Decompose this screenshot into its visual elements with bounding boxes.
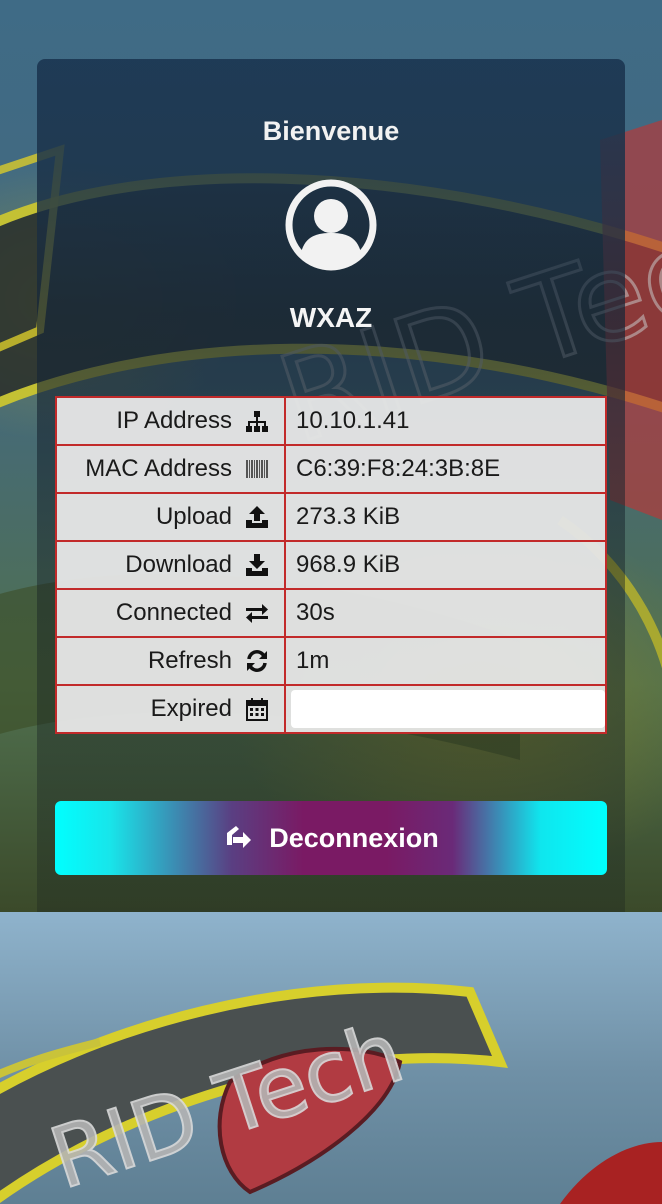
table-row-expired: Expired bbox=[55, 684, 607, 734]
row-value: 10.10.1.41 bbox=[284, 396, 607, 446]
row-value: 273.3 KiB bbox=[284, 492, 607, 542]
refresh-icon bbox=[247, 650, 267, 672]
sign-out-icon bbox=[227, 826, 252, 848]
expired-value-field bbox=[291, 690, 605, 728]
download-icon bbox=[246, 554, 268, 576]
exchange-icon bbox=[246, 604, 268, 623]
row-value: 1m bbox=[284, 636, 607, 686]
network-icon bbox=[246, 411, 268, 432]
username: WXAZ bbox=[289, 302, 373, 333]
row-label: IP Address bbox=[116, 407, 232, 434]
logout-button[interactable]: Deconnexion bbox=[55, 801, 607, 875]
row-label: Upload bbox=[155, 503, 232, 530]
table-row-connected: Connected 30s bbox=[55, 588, 607, 638]
barcode-icon bbox=[246, 460, 268, 478]
calendar-icon bbox=[246, 698, 268, 721]
row-value: C6:39:F8:24:3B:8E bbox=[284, 444, 607, 494]
upload-icon bbox=[246, 506, 268, 528]
table-row-upload: Upload 273.3 KiB bbox=[55, 492, 607, 542]
table-row-download: Download 968.9 KiB bbox=[55, 540, 607, 590]
row-label: MAC Address bbox=[85, 455, 232, 482]
row-label: Download bbox=[125, 551, 232, 578]
user-circle-icon bbox=[285, 179, 377, 271]
table-row-ip: IP Address 10.10.1.41 bbox=[55, 396, 607, 446]
row-value: 30s bbox=[284, 588, 607, 638]
session-info-table: IP Address 10.10.1.41 MAC Address C6:39:… bbox=[55, 396, 607, 734]
row-label: Connected bbox=[115, 599, 232, 626]
row-label: Refresh bbox=[147, 647, 232, 674]
table-row-mac: MAC Address C6:39:F8:24:3B:8E bbox=[55, 444, 607, 494]
table-row-refresh: Refresh 1m bbox=[55, 636, 607, 686]
row-value: 968.9 KiB bbox=[284, 540, 607, 590]
background-image-bottom: RID Tech bbox=[0, 912, 662, 1204]
welcome-heading: Bienvenue bbox=[262, 116, 400, 146]
logout-button-label: Deconnexion bbox=[269, 822, 439, 853]
row-label: Expired bbox=[150, 695, 232, 722]
